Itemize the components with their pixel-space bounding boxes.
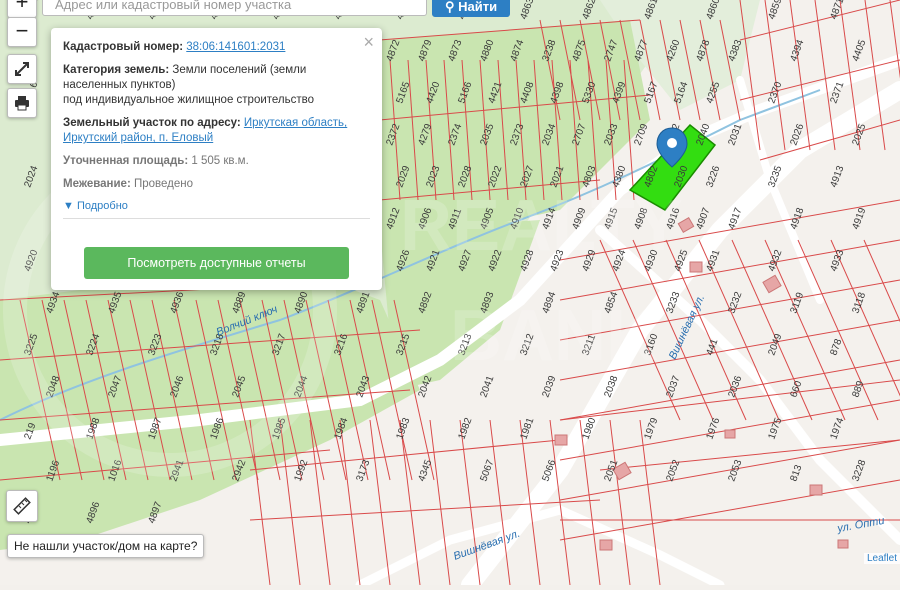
measure-button[interactable]	[6, 490, 38, 522]
not-found-button[interactable]: Не нашли участок/дом на карте?	[7, 534, 205, 558]
expand-icon	[15, 62, 29, 76]
search-icon: ⚲	[444, 0, 455, 14]
survey-value: Проведено	[133, 178, 194, 190]
svg-text:BANK: BANK	[450, 296, 658, 376]
view-reports-button[interactable]: Посмотреть доступные отчеты	[84, 247, 349, 279]
search-input[interactable]: Адрес или кадастровый номер участка	[42, 0, 427, 16]
area-label: Уточненная площадь:	[63, 155, 189, 167]
zoom-out-button[interactable]: −	[7, 17, 37, 47]
search-button-label: Найти	[458, 0, 498, 14]
address-label: Земельный участок по адресу:	[63, 117, 241, 129]
area-value: 1 505 кв.м.	[191, 155, 249, 167]
svg-text:REALTY: REALTY	[400, 186, 683, 266]
category-subvalue: под индивидуальное жилищное строительств…	[63, 94, 315, 106]
search-button[interactable]: ⚲ Найти	[432, 0, 510, 17]
details-toggle[interactable]: ▼ Подробно	[63, 200, 370, 212]
category-label: Категория земель:	[63, 64, 170, 76]
fullscreen-button[interactable]	[7, 54, 37, 84]
details-toggle-label: Подробно	[76, 200, 128, 212]
attribution-link[interactable]: Leaflet	[863, 553, 900, 564]
cadastral-number-link[interactable]: 38:06:141601:2031	[186, 41, 285, 53]
cadastral-label: Кадастровый номер:	[63, 41, 184, 53]
close-icon[interactable]: ×	[363, 32, 374, 53]
parcel-info-popup: × Кадастровый номер: 38:06:141601:2031 К…	[51, 28, 382, 290]
print-button[interactable]	[7, 88, 37, 118]
survey-label: Межевание:	[63, 178, 131, 190]
ruler-icon	[13, 497, 31, 515]
triangle-down-icon: ▼	[63, 200, 74, 212]
zoom-in-button[interactable]: +	[7, 0, 37, 18]
printer-icon	[15, 96, 29, 111]
popup-divider	[63, 218, 370, 219]
